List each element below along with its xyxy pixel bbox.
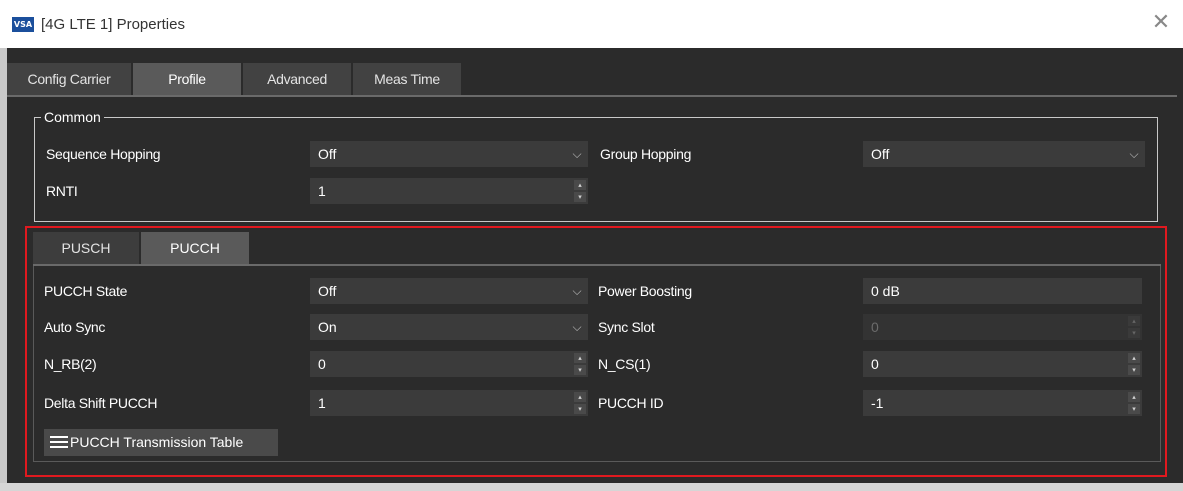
pucch-state-select[interactable]: Off ⌵ <box>310 278 588 304</box>
pucch-transmission-table-label: PUCCH Transmission Table <box>70 434 244 450</box>
n-rb2-spinbox[interactable]: 0 ▴ ▾ <box>310 351 588 377</box>
common-group: Common <box>34 108 1158 222</box>
pucch-transmission-table-button[interactable]: PUCCH Transmission Table <box>44 429 278 456</box>
tab-strip: Config Carrier Profile Advanced Meas Tim… <box>7 63 1177 95</box>
delta-shift-label: Delta Shift PUCCH <box>44 395 158 411</box>
sync-slot-label: Sync Slot <box>598 319 655 335</box>
sequence-hopping-label: Sequence Hopping <box>46 146 161 162</box>
spin-arrows-icon: ▴ ▾ <box>1128 316 1140 338</box>
power-boosting-input[interactable]: 0 dB <box>863 278 1142 304</box>
window-left-edge <box>0 48 7 491</box>
delta-shift-spinbox[interactable]: 1 ▴ ▾ <box>310 390 588 416</box>
tab-profile[interactable]: Profile <box>133 63 241 95</box>
title-bar: VSA [4G LTE 1] Properties ✕ <box>0 0 1183 48</box>
group-hopping-value: Off <box>871 146 890 162</box>
close-icon[interactable]: ✕ <box>1149 12 1173 36</box>
tab-pusch[interactable]: PUSCH <box>33 232 139 264</box>
spin-arrows-icon[interactable]: ▴ ▾ <box>574 180 586 202</box>
chevron-down-icon: ⌵ <box>572 320 582 334</box>
pucch-id-label: PUCCH ID <box>598 395 664 411</box>
sync-slot-value: 0 <box>871 319 879 335</box>
chevron-down-icon: ⌵ <box>572 284 582 298</box>
tab-config-carrier[interactable]: Config Carrier <box>7 63 131 95</box>
pucch-state-value: Off <box>318 283 337 299</box>
auto-sync-label: Auto Sync <box>44 319 106 335</box>
common-legend: Common <box>41 108 104 126</box>
tab-meas-time[interactable]: Meas Time <box>353 63 461 95</box>
rnti-spinbox[interactable]: 1 ▴ ▾ <box>310 178 588 204</box>
tab-pucch[interactable]: PUCCH <box>141 232 249 264</box>
group-hopping-label: Group Hopping <box>600 146 692 162</box>
n-cs1-label: N_CS(1) <box>598 356 651 372</box>
spin-arrows-icon[interactable]: ▴ ▾ <box>1128 392 1140 414</box>
rnti-label: RNTI <box>46 183 78 199</box>
app-icon: VSA <box>12 17 34 32</box>
tab-advanced[interactable]: Advanced <box>243 63 351 95</box>
pucch-state-label: PUCCH State <box>44 283 128 299</box>
n-cs1-value: 0 <box>871 356 879 372</box>
hamburger-menu-icon <box>50 436 68 448</box>
n-cs1-spinbox[interactable]: 0 ▴ ▾ <box>863 351 1142 377</box>
sequence-hopping-select[interactable]: Off ⌵ <box>310 141 588 167</box>
spin-arrows-icon[interactable]: ▴ ▾ <box>574 353 586 375</box>
auto-sync-value: On <box>318 319 337 335</box>
auto-sync-select[interactable]: On ⌵ <box>310 314 588 340</box>
window-bottom-edge <box>0 483 1183 491</box>
chevron-down-icon: ⌵ <box>572 147 582 161</box>
chevron-down-icon: ⌵ <box>1129 147 1139 161</box>
n-rb2-value: 0 <box>318 356 326 372</box>
pucch-id-spinbox[interactable]: -1 ▴ ▾ <box>863 390 1142 416</box>
group-hopping-select[interactable]: Off ⌵ <box>863 141 1145 167</box>
spin-arrows-icon[interactable]: ▴ ▾ <box>574 392 586 414</box>
tab-underline <box>7 95 1177 97</box>
pucch-id-value: -1 <box>871 395 884 411</box>
sequence-hopping-value: Off <box>318 146 337 162</box>
power-boosting-value: 0 dB <box>871 283 900 299</box>
sync-slot-spinbox: 0 ▴ ▾ <box>863 314 1142 340</box>
rnti-value: 1 <box>318 183 326 199</box>
window-title: [4G LTE 1] Properties <box>41 16 185 33</box>
n-rb2-label: N_RB(2) <box>44 356 97 372</box>
spin-arrows-icon[interactable]: ▴ ▾ <box>1128 353 1140 375</box>
power-boosting-label: Power Boosting <box>598 283 692 299</box>
delta-shift-value: 1 <box>318 395 326 411</box>
